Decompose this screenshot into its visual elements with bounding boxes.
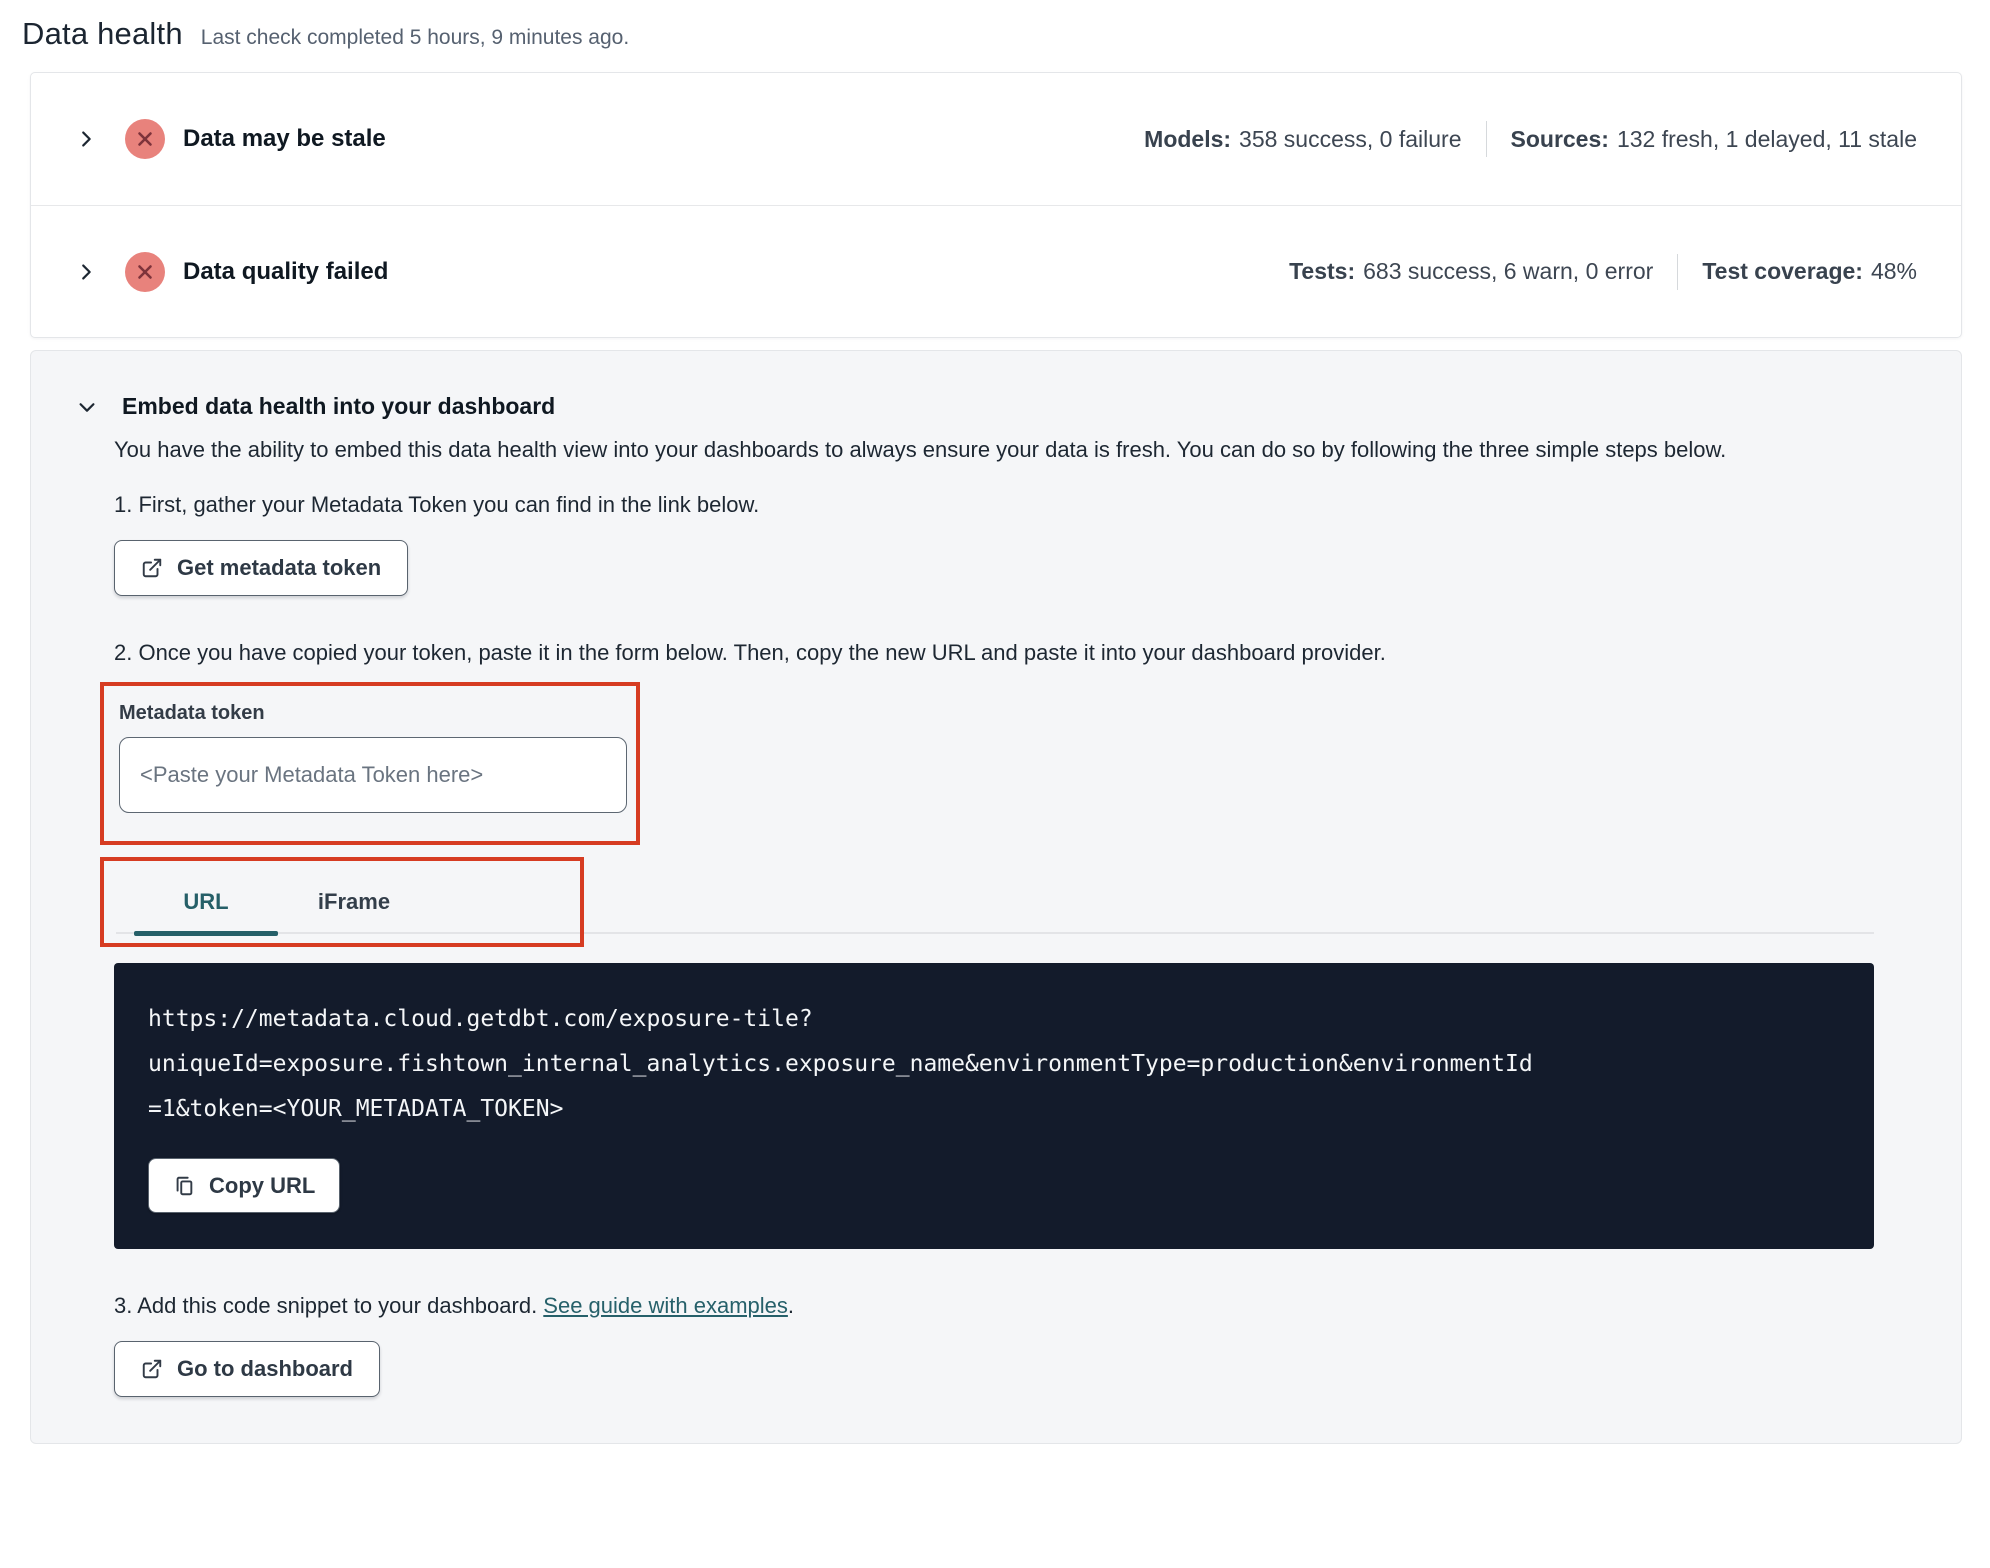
status-row-stats: Models: 358 success, 0 failure Sources: 13…: [1144, 121, 1917, 157]
test-coverage-stat-label: Test coverage:: [1702, 258, 1863, 284]
embed-section-title: Embed data health into your dashboard: [122, 393, 556, 419]
status-row-title: Data quality failed: [183, 257, 389, 285]
get-metadata-token-label: Get metadata token: [177, 555, 382, 581]
metadata-token-label: Metadata token: [119, 702, 265, 725]
embed-url-code-block: https://metadata.cloud.getdbt.com/exposu…: [114, 963, 1874, 1250]
data-health-status-card: Data may be stale Models: 358 success, 0 …: [30, 72, 1962, 338]
sources-stat: Sources: 132 fresh, 1 delayed, 11 stale: [1511, 126, 1918, 153]
step2-text: 2. Once you have copied your token, past…: [114, 640, 1386, 666]
chevron-down-icon[interactable]: [76, 396, 98, 418]
error-x-circle-icon: [125, 119, 165, 159]
annotation-box-token: Metadata token: [100, 682, 640, 846]
tab-url[interactable]: URL: [132, 861, 280, 943]
embed-url-line: uniqueId=exposure.fishtown_internal_anal…: [148, 1051, 1533, 1078]
status-row-title: Data may be stale: [183, 125, 386, 152]
external-link-icon: [142, 558, 162, 578]
status-row-data-stale[interactable]: Data may be stale Models: 358 success, 0 …: [31, 73, 1961, 205]
see-guide-link[interactable]: See guide with examples: [543, 1293, 788, 1318]
chevron-right-icon[interactable]: [75, 261, 97, 283]
tabs-zone: URL iFrame: [100, 857, 1874, 948]
sources-stat-value: 132 fresh, 1 delayed, 11 stale: [1616, 125, 1917, 152]
stat-divider: [1677, 253, 1679, 290]
external-link-icon: [142, 1359, 162, 1379]
embed-description: You have the ability to embed this data …: [114, 437, 1727, 462]
metadata-token-input[interactable]: [119, 737, 627, 814]
tests-stat: Tests: 683 success, 6 warn, 0 error: [1289, 258, 1653, 285]
step3-suffix: .: [787, 1293, 795, 1319]
step3-text: 3. Add this code snippet to your dashboa…: [114, 1293, 1874, 1319]
status-row-data-quality[interactable]: Data quality failed Tests: 683 success, 6…: [31, 205, 1961, 337]
test-coverage-stat: Test coverage: 48%: [1702, 258, 1917, 285]
stat-divider: [1485, 121, 1487, 157]
embed-url-line: https://metadata.cloud.getdbt.com/exposu…: [148, 1006, 813, 1033]
copy-icon: [176, 1176, 193, 1195]
annotation-box-tabs: URL iFrame: [100, 857, 584, 948]
test-coverage-stat-value: 48%: [1870, 258, 1917, 284]
embed-url-line: =1&token=<YOUR_METADATA_TOKEN>: [148, 1096, 564, 1123]
step3-prefix: 3. Add this code snippet to your dashboa…: [114, 1293, 544, 1319]
tab-iframe[interactable]: iFrame: [280, 861, 428, 943]
embed-section-body: You have the ability to embed this data …: [100, 434, 1874, 1398]
page-header: Data health Last check completed 5 hours…: [0, 0, 1990, 52]
page-title: Data health: [22, 16, 183, 51]
copy-url-button[interactable]: Copy URL: [148, 1158, 341, 1214]
models-stat-label: Models:: [1144, 125, 1232, 152]
copy-url-label: Copy URL: [209, 1172, 316, 1198]
step1-text: 1. First, gather your Metadata Token you…: [114, 492, 760, 518]
last-check-timestamp: Last check completed 5 hours, 9 minutes …: [200, 26, 630, 49]
embed-section-header[interactable]: Embed data health into your dashboard: [76, 393, 1916, 420]
tests-stat-value: 683 success, 6 warn, 0 error: [1363, 258, 1654, 284]
get-metadata-token-button[interactable]: Get metadata token: [114, 540, 409, 597]
go-to-dashboard-label: Go to dashboard: [177, 1356, 353, 1382]
models-stat-value: 358 success, 0 failure: [1239, 125, 1462, 152]
tests-stat-label: Tests:: [1289, 258, 1356, 284]
status-row-stats: Tests: 683 success, 6 warn, 0 error Test …: [1289, 253, 1917, 290]
go-to-dashboard-button[interactable]: Go to dashboard: [114, 1341, 380, 1398]
embed-section-card: Embed data health into your dashboard Yo…: [30, 350, 1962, 1445]
models-stat: Models: 358 success, 0 failure: [1144, 126, 1461, 153]
error-x-circle-icon: [125, 251, 165, 292]
status-row-left: Data quality failed: [75, 251, 389, 292]
chevron-right-icon[interactable]: [75, 128, 97, 150]
status-row-left: Data may be stale: [75, 119, 386, 159]
sources-stat-label: Sources:: [1510, 125, 1609, 152]
